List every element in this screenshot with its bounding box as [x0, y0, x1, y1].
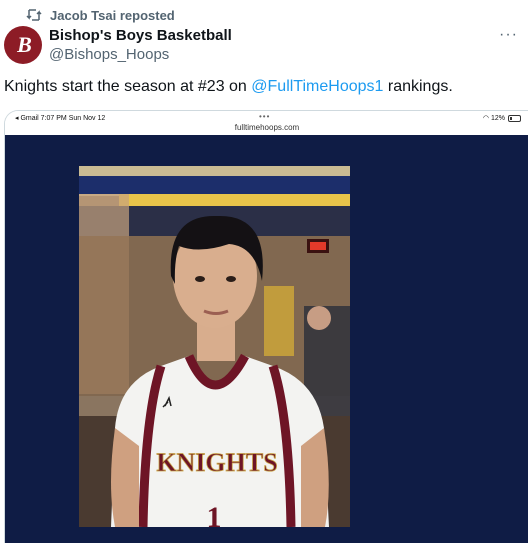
- repost-icon: [26, 9, 42, 21]
- repost-header[interactable]: Jacob Tsai reposted: [26, 6, 175, 24]
- author-name[interactable]: Bishop's Boys Basketball: [49, 27, 232, 44]
- tweet-media[interactable]: ◂ Gmail 7:07 PM Sun Nov 12 ••• fulltimeh…: [4, 110, 528, 543]
- media-background: KNIGHTS 1: [5, 135, 528, 543]
- jersey-number: 1: [207, 501, 222, 527]
- mention-link[interactable]: @FullTimeHoops1: [251, 78, 383, 95]
- screenshot-status-bar: ◂ Gmail 7:07 PM Sun Nov 12 ••• fulltimeh…: [5, 111, 528, 135]
- repost-text: Jacob Tsai reposted: [50, 7, 175, 23]
- status-bar-url: fulltimehoops.com: [234, 123, 300, 132]
- bishops-logo-avatar[interactable]: B: [4, 26, 42, 64]
- status-bar-left: ◂ Gmail 7:07 PM Sun Nov 12: [15, 115, 106, 122]
- author-handle[interactable]: @Bishops_Hoops: [49, 46, 169, 63]
- avatar-monogram: B: [17, 32, 32, 57]
- battery-percent: 12%: [490, 114, 505, 122]
- player-photo: KNIGHTS 1: [79, 166, 350, 527]
- status-bar-right: ◠ 12%: [483, 114, 521, 122]
- tweet-text-after: rankings.: [383, 78, 453, 95]
- more-options-icon[interactable]: ···: [499, 26, 518, 44]
- status-bar-dots: •••: [259, 112, 271, 121]
- jersey-text: KNIGHTS: [156, 448, 277, 477]
- battery-icon: [508, 114, 521, 122]
- wifi-icon: ◠: [482, 115, 490, 122]
- tweet-text: Knights start the season at #23 on @Full…: [4, 78, 453, 96]
- tweet-text-before: Knights start the season at #23 on: [4, 78, 252, 95]
